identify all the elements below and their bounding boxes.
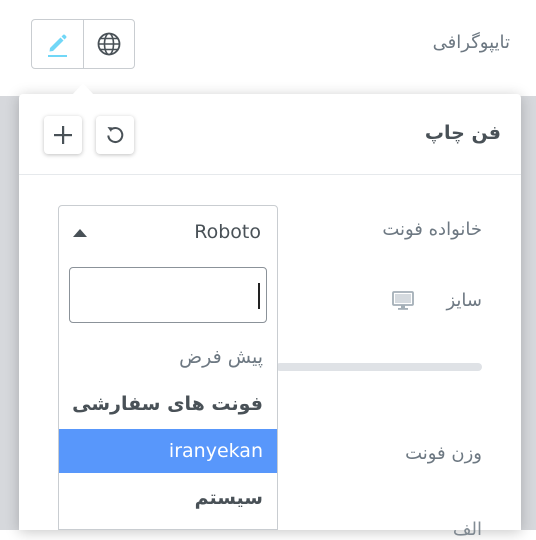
font-family-dropdown: پیش فرض فونت های سفارشی iranyekan سیستم bbox=[58, 258, 278, 530]
global-typography-button[interactable] bbox=[82, 20, 135, 68]
font-family-select[interactable]: Roboto bbox=[58, 205, 278, 259]
option-iranyekan[interactable]: iranyekan bbox=[59, 429, 277, 473]
edit-typography-button[interactable] bbox=[32, 20, 83, 68]
popover-title: فن چاپ bbox=[424, 122, 501, 144]
typography-label: تایپوگرافی bbox=[432, 32, 510, 53]
font-search-input[interactable] bbox=[69, 267, 267, 323]
responsive-device-button[interactable] bbox=[392, 289, 414, 315]
option-default[interactable]: پیش فرض bbox=[59, 335, 277, 379]
reset-button[interactable] bbox=[96, 116, 134, 154]
size-slider[interactable] bbox=[276, 363, 482, 371]
size-label: سایز bbox=[446, 290, 482, 311]
typography-control-group bbox=[31, 19, 135, 69]
reset-icon bbox=[107, 127, 124, 144]
text-cursor bbox=[258, 283, 260, 309]
option-group-custom-fonts: فونت های سفارشی bbox=[72, 393, 263, 415]
font-family-label: خانواده فونت bbox=[382, 219, 482, 240]
caret-up-icon bbox=[73, 229, 87, 237]
plus-icon bbox=[54, 126, 72, 144]
option-group-system: سیستم bbox=[194, 487, 263, 509]
pencil-icon bbox=[48, 34, 68, 57]
globe-icon bbox=[97, 32, 121, 56]
font-family-value: Roboto bbox=[194, 221, 261, 243]
desktop-icon bbox=[392, 291, 414, 310]
popover-header: فن چاپ bbox=[19, 94, 521, 175]
add-button[interactable] bbox=[44, 116, 82, 154]
popover-arrow bbox=[72, 83, 94, 95]
font-weight-label: وزن فونت bbox=[405, 443, 482, 464]
